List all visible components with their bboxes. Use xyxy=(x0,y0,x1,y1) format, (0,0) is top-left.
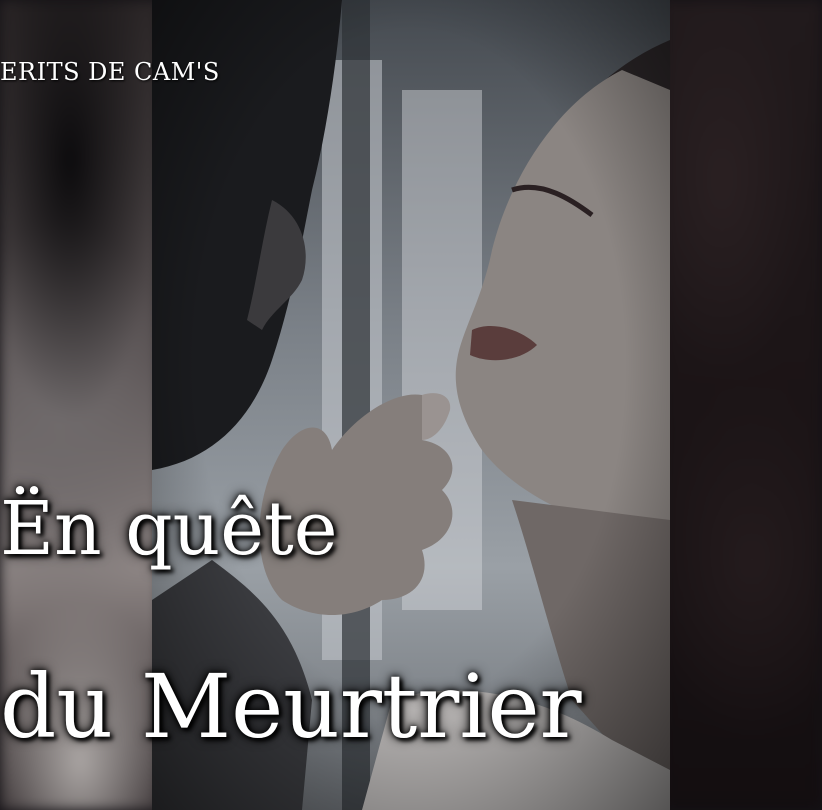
title-line-2: du Meurtrier xyxy=(0,655,582,758)
blurred-right-panel xyxy=(662,0,822,810)
author-watermark: ERITS DE CAM'S xyxy=(0,58,220,86)
title-line-1: Ën quête xyxy=(0,486,338,572)
